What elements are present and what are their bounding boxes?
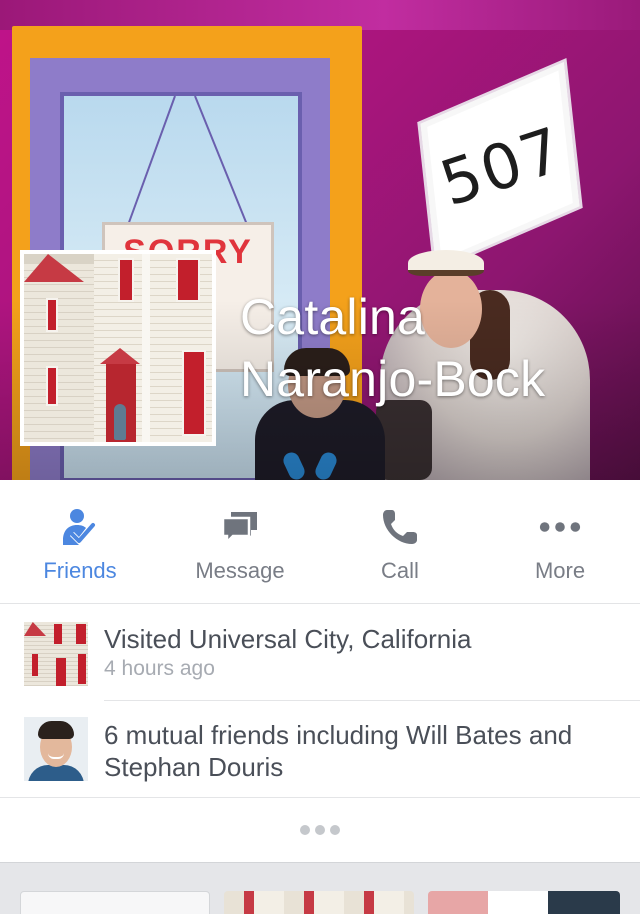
- message-button-label: Message: [195, 558, 285, 583]
- story-thumbnail-photo: [24, 622, 88, 686]
- more-dots-icon: [537, 504, 583, 550]
- story-timestamp: 4 hours ago: [104, 657, 215, 680]
- friends-card[interactable]: [428, 891, 620, 914]
- story-visited-place[interactable]: Visited Universal City, California 4 hou…: [0, 605, 640, 701]
- ellipsis-dot-icon: [315, 825, 325, 835]
- about-card[interactable]: [20, 891, 210, 914]
- friends-button-label: Friends: [43, 558, 117, 583]
- story-mutual-friends[interactable]: 6 mutual friends including Will Bates an…: [0, 701, 640, 798]
- more-button-label: More: [534, 558, 586, 583]
- call-button[interactable]: Call: [320, 480, 480, 603]
- see-more-button[interactable]: [0, 798, 640, 862]
- profile-name: Catalina Naranjo-Bock: [240, 286, 630, 410]
- profile-action-bar: Friends Message Call More: [0, 480, 640, 604]
- photos-card[interactable]: [224, 891, 414, 914]
- more-button[interactable]: More: [480, 480, 640, 603]
- avatar: [24, 717, 88, 781]
- friends-button[interactable]: Friends: [0, 480, 160, 603]
- phone-icon: [377, 504, 423, 550]
- ellipsis-dot-icon: [300, 825, 310, 835]
- profile-cards-tray: [0, 862, 640, 914]
- call-button-label: Call: [381, 558, 419, 583]
- message-icon: [217, 504, 263, 550]
- friends-check-icon: [57, 504, 103, 550]
- story-primary-text: Visited Universal City, California: [104, 624, 472, 654]
- profile-name-last: Naranjo-Bock: [240, 351, 546, 407]
- profile-picture[interactable]: [20, 250, 216, 446]
- cover-woman-hat: [408, 250, 484, 276]
- ellipsis-dot-icon: [330, 825, 340, 835]
- profile-name-first: Catalina: [240, 289, 426, 345]
- story-primary-text: 6 mutual friends including Will Bates an…: [104, 720, 573, 782]
- message-button[interactable]: Message: [160, 480, 320, 603]
